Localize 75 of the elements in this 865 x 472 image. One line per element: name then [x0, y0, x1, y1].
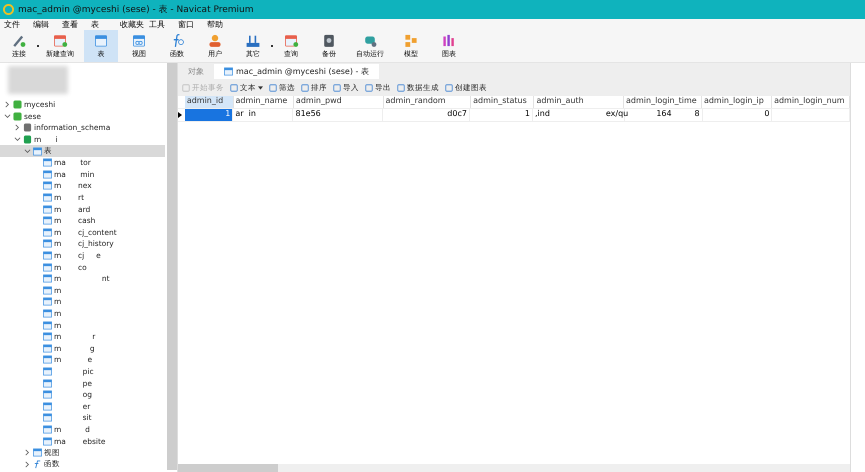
app-logo-icon [3, 4, 14, 15]
table-cell: 1 [470, 109, 533, 121]
action-icon [397, 84, 405, 92]
table-icon [43, 158, 52, 168]
column-header[interactable]: admin_id [184, 96, 234, 108]
menu-item[interactable]: 工具 [149, 19, 178, 30]
table-cell: 1 [184, 109, 234, 121]
table-icon [43, 286, 52, 295]
action-icon [333, 84, 341, 92]
table-icon [283, 33, 299, 48]
table-cell: ar in [233, 109, 294, 121]
table-icon [43, 320, 52, 330]
menu-item[interactable]: 编辑 [33, 19, 62, 30]
table-cell: ,ind ex/qu [533, 109, 625, 121]
user-icon [207, 33, 223, 48]
table-icon [43, 332, 52, 342]
action-icon [269, 84, 277, 92]
column-header[interactable]: admin_name [234, 96, 294, 108]
table-icon [43, 308, 52, 318]
tools-icon [245, 33, 261, 48]
action-icon [365, 84, 373, 92]
table-cell: 0 [702, 109, 772, 121]
backup-icon [321, 33, 337, 48]
column-header[interactable]: admin_status [471, 96, 534, 108]
table-icon [131, 33, 147, 48]
table-cell: d0c7 [382, 109, 470, 121]
table-icon [52, 33, 68, 48]
menu-item[interactable]: 查看 [62, 19, 91, 30]
table-icon [33, 448, 42, 458]
table-icon [43, 228, 52, 237]
column-header[interactable]: admin_random [384, 96, 472, 108]
table-icon [43, 262, 52, 272]
action-icon [230, 84, 238, 92]
window-title: mac_admin @myceshi (sese) - 表 - Navicat Premium [18, 4, 254, 16]
table-icon [43, 390, 52, 400]
function-icon [33, 460, 42, 469]
table-icon [43, 355, 52, 364]
action-icon [445, 84, 453, 92]
menu-item[interactable]: 帮助 [207, 19, 236, 30]
table-icon [43, 402, 52, 411]
column-header[interactable]: admin_login_ip [702, 96, 772, 108]
table-icon [93, 33, 109, 48]
table-icon [43, 170, 52, 179]
chart-icon [441, 33, 457, 48]
action-icon [182, 84, 190, 92]
column-header[interactable]: admin_pwd [294, 96, 384, 108]
table-icon [43, 216, 52, 226]
table-icon [43, 424, 52, 434]
tab[interactable]: mac_admin @myceshi (sese) - 表 [214, 64, 379, 79]
table-icon [33, 146, 42, 156]
column-header[interactable]: admin_auth [534, 96, 624, 108]
column-header[interactable]: admin_login_time [624, 96, 702, 108]
scrollbar[interactable] [178, 464, 850, 472]
scrollbar[interactable] [167, 63, 177, 470]
menu-item[interactable]: 窗口 [178, 19, 207, 30]
table-cell: 81e56 [293, 109, 383, 121]
table-icon [43, 204, 52, 214]
menu-item[interactable]: 文件 [4, 19, 33, 30]
table-icon [43, 344, 52, 353]
model-icon [403, 33, 419, 48]
table-icon [43, 413, 52, 422]
menu-item[interactable]: 收藏夹 [120, 19, 149, 30]
table-icon [43, 193, 52, 202]
blurred-area [8, 66, 68, 94]
table-icon [43, 436, 52, 446]
table-icon [43, 251, 52, 260]
table-icon [43, 239, 52, 248]
table-icon [43, 297, 52, 306]
table-icon [43, 181, 52, 190]
plug-icon [11, 33, 27, 48]
action-icon [301, 84, 309, 92]
table-icon [43, 274, 52, 284]
table-icon [43, 366, 52, 376]
table-icon [43, 378, 52, 388]
menu-item[interactable]: 表 [91, 19, 120, 30]
